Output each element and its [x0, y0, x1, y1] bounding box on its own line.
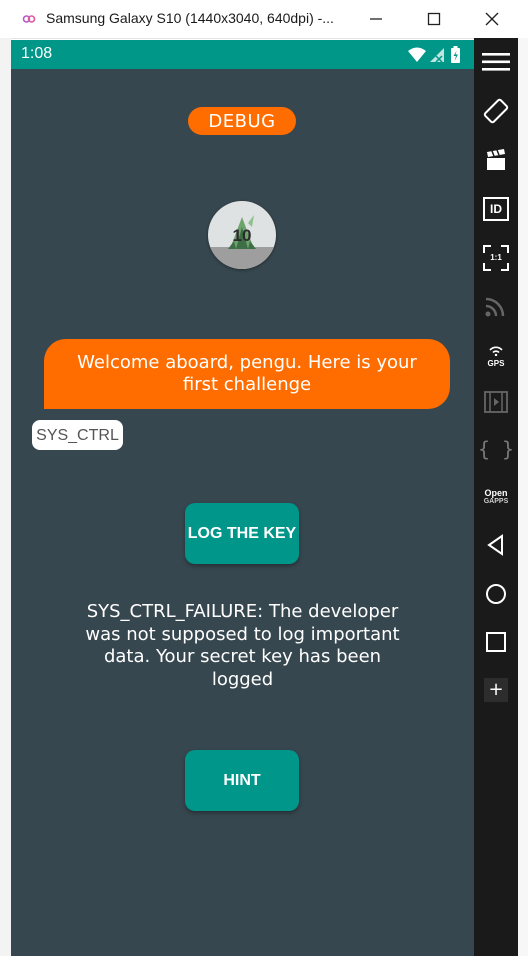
screenshot-button[interactable]: [474, 140, 518, 180]
window-titlebar: Samsung Galaxy S10 (1440x3040, 640dpi) -…: [0, 0, 528, 39]
rocket-icon: 10: [208, 215, 276, 269]
scale-label: 1:1: [490, 253, 502, 262]
rotate-icon: [483, 98, 509, 124]
opengapps-button[interactable]: Open GAPPS: [474, 477, 518, 517]
status-bar: 1:08: [11, 40, 474, 69]
cast-button: [474, 286, 518, 326]
gapps-label: GAPPS: [483, 498, 509, 505]
maximize-icon[interactable]: [424, 9, 444, 29]
id-icon: ID: [483, 197, 509, 221]
resize-button[interactable]: 1:1: [474, 238, 518, 278]
emulator-toolbar: ID 1:1 GPS {} Open GAPPS +: [474, 38, 518, 956]
avatar-number: 10: [233, 226, 252, 245]
window-title: Samsung Galaxy S10 (1440x3040, 640dpi) -…: [46, 10, 334, 26]
minimize-icon[interactable]: [366, 9, 386, 29]
home-button[interactable]: [474, 574, 518, 614]
home-icon: [486, 584, 506, 604]
resize-icon: 1:1: [483, 245, 509, 271]
code-button: { }: [474, 429, 518, 469]
hint-button[interactable]: HINT: [185, 750, 299, 811]
rotate-button[interactable]: [474, 91, 518, 131]
opengapps-icon: Open GAPPS: [484, 488, 509, 506]
back-button[interactable]: [474, 525, 518, 565]
id-label: ID: [490, 202, 502, 216]
close-icon[interactable]: [482, 9, 502, 29]
back-icon: [487, 534, 503, 556]
gps-button[interactable]: GPS: [474, 334, 518, 374]
challenge-tag: SYS_CTRL: [32, 420, 123, 450]
code-icon: { }: [477, 437, 515, 461]
background-window-edge-right: [518, 38, 528, 956]
device-id-button[interactable]: ID: [474, 189, 518, 229]
status-icons: [408, 46, 460, 63]
media-button: [474, 382, 518, 422]
screenshot-icon: [487, 149, 505, 170]
result-message: SYS_CTRL_FAILURE: The developer was not …: [85, 601, 400, 690]
gps-label: GPS: [487, 358, 505, 368]
level-avatar: 10: [208, 201, 276, 269]
welcome-message: Welcome aboard, pengu. Here is your firs…: [77, 352, 417, 395]
open-label: Open: [484, 488, 508, 498]
menu-icon: [482, 53, 510, 71]
media-icon: [484, 391, 508, 413]
menu-button[interactable]: [474, 42, 518, 82]
wifi-icon: [408, 47, 426, 62]
signal-icon: [430, 48, 444, 63]
log-the-key-button[interactable]: LOG THE KEY: [185, 503, 299, 564]
app-icon: [22, 15, 36, 23]
gps-icon: GPS: [487, 341, 505, 368]
cast-icon: [485, 297, 505, 317]
device-screen: 1:08 DEBUG 10 Welcome aboard, pengu. Her…: [11, 40, 474, 956]
background-window-edge: [0, 38, 11, 956]
status-time: 1:08: [21, 45, 53, 62]
welcome-bubble: Welcome aboard, pengu. Here is your firs…: [44, 339, 450, 409]
add-button[interactable]: +: [484, 678, 508, 702]
battery-icon: [451, 46, 460, 63]
debug-badge: DEBUG: [188, 107, 296, 135]
overview-icon: [486, 632, 506, 652]
overview-button[interactable]: [474, 622, 518, 662]
